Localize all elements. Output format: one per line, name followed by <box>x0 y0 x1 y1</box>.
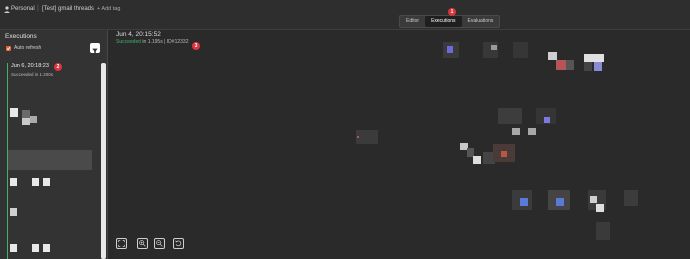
blurred-list-block <box>10 244 17 252</box>
workflow-node[interactable] <box>596 222 610 240</box>
blurred-list-block <box>43 178 50 186</box>
workflow-node[interactable] <box>584 62 592 71</box>
node-icon <box>520 198 528 206</box>
node-icon <box>512 128 520 135</box>
node-icon <box>556 60 566 70</box>
auto-refresh-checkbox[interactable] <box>6 46 11 51</box>
tab-executions[interactable]: Executions <box>425 16 462 27</box>
node-icon <box>544 117 550 123</box>
fit-view-button[interactable] <box>116 238 127 249</box>
blurred-list-block <box>10 208 17 216</box>
blurred-list-block <box>32 178 39 186</box>
project-breadcrumb[interactable]: Personal <box>11 6 35 12</box>
node-icon <box>584 54 604 62</box>
blurred-list-block <box>43 244 50 252</box>
blurred-list-block <box>22 110 30 118</box>
tab-evaluations[interactable]: Evaluations <box>462 16 500 27</box>
blurred-list-block <box>30 116 37 123</box>
workflow-name[interactable]: [Test] gmail threads <box>42 6 94 12</box>
fullscreen-icon <box>118 240 125 247</box>
node-icon <box>473 156 481 164</box>
workflow-node[interactable] <box>356 130 378 144</box>
node-icon <box>548 52 557 60</box>
node-icon <box>528 128 536 135</box>
annotation-badge-1: 1 <box>448 8 456 16</box>
filter-button[interactable] <box>90 43 100 54</box>
annotation-badge-3: 3 <box>192 42 200 50</box>
blurred-list-block <box>10 178 17 186</box>
reset-zoom-button[interactable] <box>173 238 184 249</box>
node-icon <box>596 204 604 212</box>
blurred-list-block <box>8 150 92 170</box>
check-icon <box>6 47 11 51</box>
tab-editor[interactable]: Editor <box>400 16 425 27</box>
zoom-in-button[interactable] <box>137 238 148 249</box>
node-icon <box>447 46 453 53</box>
annotation-badge-2: 2 <box>54 63 62 71</box>
add-tag-link[interactable]: + Add tag <box>97 6 120 12</box>
executions-sidebar: Executions Auto refresh Jun 6, 20:18:23 … <box>0 30 108 259</box>
sidebar-title: Executions <box>5 33 37 40</box>
breadcrumb-separator: | <box>37 5 39 12</box>
node-icon <box>491 45 497 50</box>
node-icon <box>590 196 597 203</box>
execution-status: Succeeded in 1.200s <box>11 72 54 77</box>
zoom-out-button[interactable] <box>154 238 165 249</box>
workflow-node[interactable] <box>624 190 638 206</box>
execution-date-header: Jun 4, 20:15:52 <box>116 31 161 38</box>
blurred-list-block <box>10 108 18 117</box>
node-connector <box>357 136 359 138</box>
top-bar: Personal | [Test] gmail threads + Add ta… <box>0 0 690 30</box>
undo-icon <box>175 240 182 247</box>
auto-refresh-label: Auto refresh <box>14 45 42 51</box>
blurred-list-block <box>32 244 39 252</box>
success-status: Succeeded <box>116 39 142 45</box>
zoom-out-icon <box>156 240 163 247</box>
blurred-list-block <box>22 118 30 125</box>
view-tabs: Editor Executions Evaluations <box>399 15 501 28</box>
workflow-node[interactable] <box>566 60 574 70</box>
execution-date: Jun 6, 20:18:23 <box>11 63 49 69</box>
execution-summary: Succeeded in 1.195s | ID#12332 <box>116 39 188 45</box>
filter-icon <box>92 48 98 54</box>
workflow-canvas[interactable]: Jun 4, 20:15:52 Succeeded in 1.195s | ID… <box>108 30 690 259</box>
node-icon <box>556 198 564 206</box>
workflow-node[interactable] <box>498 108 522 124</box>
sidebar-scrollbar[interactable] <box>101 63 106 259</box>
zoom-in-icon <box>139 240 146 247</box>
workflow-node[interactable] <box>513 42 528 58</box>
node-icon <box>594 62 602 71</box>
node-icon <box>501 151 507 157</box>
run-details: in 1.195s | ID#12332 <box>141 39 189 45</box>
execution-list-item[interactable]: Jun 6, 20:18:23 Succeeded in 1.200s <box>8 62 94 80</box>
person-icon <box>4 6 10 13</box>
